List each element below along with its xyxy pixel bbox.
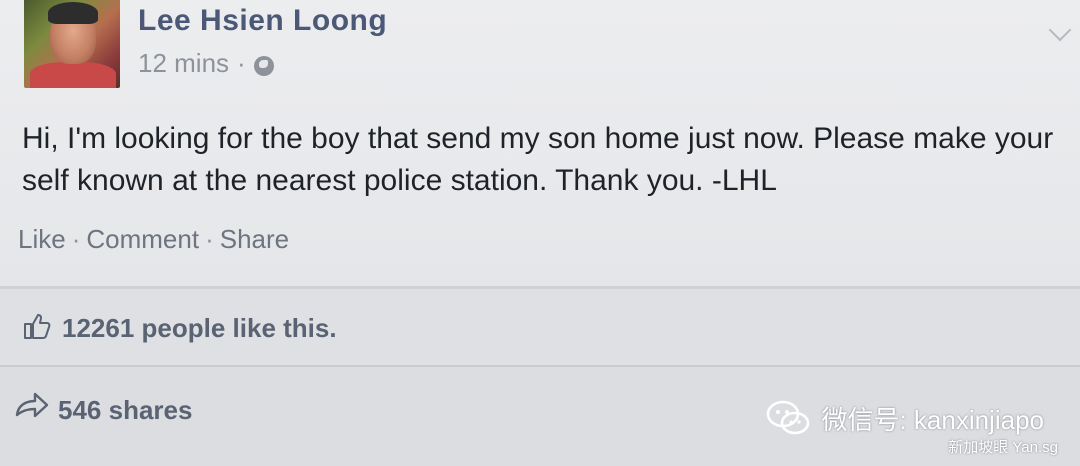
likes-count[interactable]: 12261 people like this.: [62, 313, 337, 344]
comment-button[interactable]: Comment: [86, 224, 199, 255]
action-separator: ·: [205, 224, 214, 254]
watermark: 微信号: kanxinjiapo: [765, 398, 1044, 438]
author-name[interactable]: Lee Hsien Loong: [138, 4, 387, 38]
likes-row: 12261 people like this.: [0, 289, 1080, 365]
post-text: Hi, I'm looking for the boy that send my…: [22, 122, 1054, 197]
avatar[interactable]: [24, 0, 120, 88]
chevron-down-icon[interactable]: [1048, 18, 1072, 42]
globe-icon[interactable]: [253, 55, 274, 76]
meta-separator: ·: [237, 48, 246, 78]
shares-count[interactable]: 546 shares: [58, 395, 192, 426]
like-button[interactable]: Like: [18, 224, 66, 255]
action-separator: ·: [71, 224, 81, 254]
avatar-hair: [48, 2, 98, 24]
share-button[interactable]: Share: [220, 224, 289, 255]
facebook-post: Lee Hsien Loong 12 mins · Hi, I'm lookin…: [0, 0, 1080, 466]
thumbs-up-icon: [24, 314, 51, 339]
post-time[interactable]: 12 mins: [138, 48, 229, 79]
wechat-icon: [767, 400, 810, 435]
share-arrow-icon: [15, 392, 49, 418]
avatar-shirt: [30, 62, 116, 88]
post-meta: 12 mins ·: [138, 48, 274, 79]
watermark-text: 微信号: kanxinjiapo: [821, 404, 1044, 435]
post-actions: Like · Comment · Share: [18, 224, 289, 255]
watermark-subtext: 新加坡眼 Yan.sg: [948, 439, 1058, 456]
